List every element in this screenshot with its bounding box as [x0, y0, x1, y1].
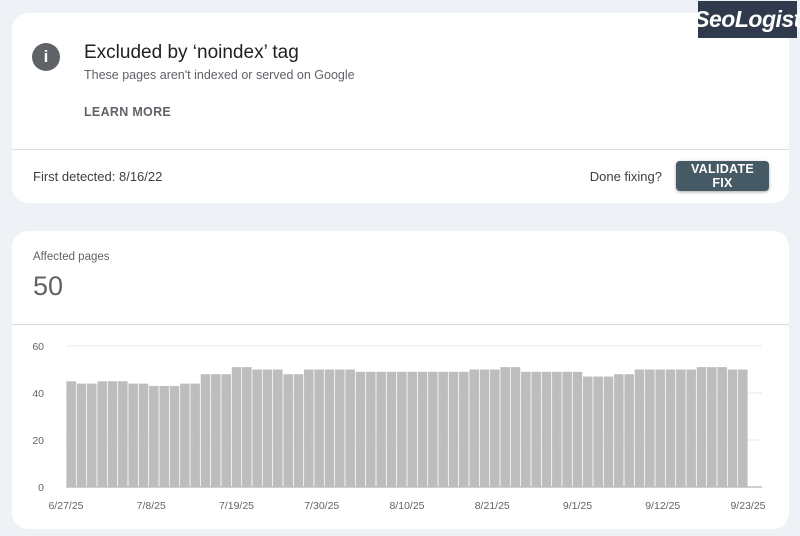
- chart-bar: [500, 367, 510, 487]
- chart-bar: [448, 371, 459, 487]
- x-tick-label: 7/8/25: [137, 500, 166, 512]
- chart-bar: [645, 369, 655, 487]
- chart-bar: [211, 374, 221, 487]
- chart-bar: [407, 371, 417, 487]
- chart-bar: [614, 374, 624, 487]
- divider: [12, 149, 789, 150]
- chart-bar: [479, 369, 490, 487]
- chart-bar: [97, 381, 107, 487]
- chart-bar: [159, 385, 169, 487]
- chart-bar: [118, 381, 128, 487]
- chart-bar: [603, 376, 614, 487]
- chart-bar: [469, 369, 479, 487]
- y-tick-label: 20: [32, 435, 44, 447]
- chart-bar: [252, 369, 262, 487]
- chart-bar: [593, 376, 603, 487]
- chart-bar: [552, 371, 562, 487]
- chart-bar: [345, 369, 355, 487]
- chart-bar: [376, 371, 386, 487]
- chart-bar: [438, 371, 448, 487]
- chart-bar: [655, 369, 665, 487]
- chart-bar: [562, 371, 572, 487]
- chart-bar: [200, 374, 211, 487]
- chart-bar: [149, 385, 159, 487]
- chart-bar: [190, 383, 200, 487]
- metric-label: Affected pages: [33, 251, 110, 263]
- chart-bar: [428, 371, 438, 487]
- chart-bar: [521, 371, 531, 487]
- chart-bar: [314, 369, 324, 487]
- info-icon: i: [32, 43, 60, 71]
- chart-bar: [386, 371, 397, 487]
- chart-bar: [624, 374, 634, 487]
- x-tick-label: 8/10/25: [389, 500, 424, 512]
- chart-bar: [180, 383, 190, 487]
- issue-card: i Excluded by ‘noindex’ tag These pages …: [12, 13, 789, 203]
- chart-bar: [66, 381, 76, 487]
- chart-bar: [283, 374, 293, 487]
- y-tick-label: 0: [38, 482, 44, 494]
- chart-bar: [293, 374, 304, 487]
- x-tick-label: 6/27/25: [48, 500, 83, 512]
- chart-bar: [417, 371, 428, 487]
- chart-bar: [707, 367, 717, 487]
- validate-fix-button[interactable]: VALIDATE FIX: [676, 161, 769, 191]
- chart-bar: [676, 369, 686, 487]
- chart-bar: [324, 369, 335, 487]
- chart-bar: [107, 381, 118, 487]
- chart-bar: [304, 369, 314, 487]
- y-tick-label: 60: [32, 341, 44, 353]
- chart-bar: [335, 369, 345, 487]
- affected-pages-chart: 0 20 40 60 6/27/25 7/8/25 7/19/25 7/30/25 8/10/2…: [32, 341, 765, 512]
- x-tick-label: 9/12/25: [645, 500, 680, 512]
- chart-bar: [76, 383, 87, 487]
- chart-bar: [128, 383, 138, 487]
- chart-bar: [490, 369, 500, 487]
- chart-bar: [738, 369, 748, 487]
- chart-bar: [231, 367, 242, 487]
- chart-bar: [727, 369, 738, 487]
- chart-bar: [355, 371, 366, 487]
- chart-bar: [634, 369, 645, 487]
- x-tick-label: 7/30/25: [304, 500, 339, 512]
- x-tick-label: 9/23/25: [730, 500, 765, 512]
- learn-more-link[interactable]: LEARN MORE: [84, 105, 171, 119]
- chart-bar: [262, 369, 273, 487]
- chart-bar: [531, 371, 541, 487]
- chart-bar: [686, 369, 696, 487]
- done-fixing-text: Done fixing?: [589, 169, 662, 184]
- seologist-logo: SeoLogist: [694, 1, 800, 38]
- chart-bar: [583, 376, 593, 487]
- chart-bar: [138, 383, 149, 487]
- chart-bar: [510, 367, 521, 487]
- chart-bar: [541, 371, 552, 487]
- x-tick-label: 9/1/25: [563, 500, 592, 512]
- chart-bar: [696, 367, 707, 487]
- chart-bar: [221, 374, 231, 487]
- chart-bar: [242, 367, 252, 487]
- issue-title: Excluded by ‘noindex’ tag: [84, 42, 299, 63]
- affected-pages-card: Affected pages 50 0 20 40 60 6/27/25 7/8/25 7/…: [12, 231, 789, 529]
- chart-bar: [273, 369, 283, 487]
- issue-description: These pages aren't indexed or served on …: [84, 68, 355, 82]
- chart-bar: [366, 371, 376, 487]
- x-tick-label: 8/21/25: [475, 500, 510, 512]
- y-tick-label: 40: [32, 388, 44, 400]
- chart-bar: [459, 371, 469, 487]
- chart-bar: [572, 371, 583, 487]
- chart-bar: [87, 383, 97, 487]
- x-tick-label: 7/19/25: [219, 500, 254, 512]
- first-detected-text: First detected: 8/16/22: [33, 169, 163, 184]
- chart-bar: [169, 385, 180, 487]
- metric-value: 50: [33, 271, 64, 301]
- chart-bar: [397, 371, 407, 487]
- chart-bar: [665, 369, 676, 487]
- chart-bar: [717, 367, 727, 487]
